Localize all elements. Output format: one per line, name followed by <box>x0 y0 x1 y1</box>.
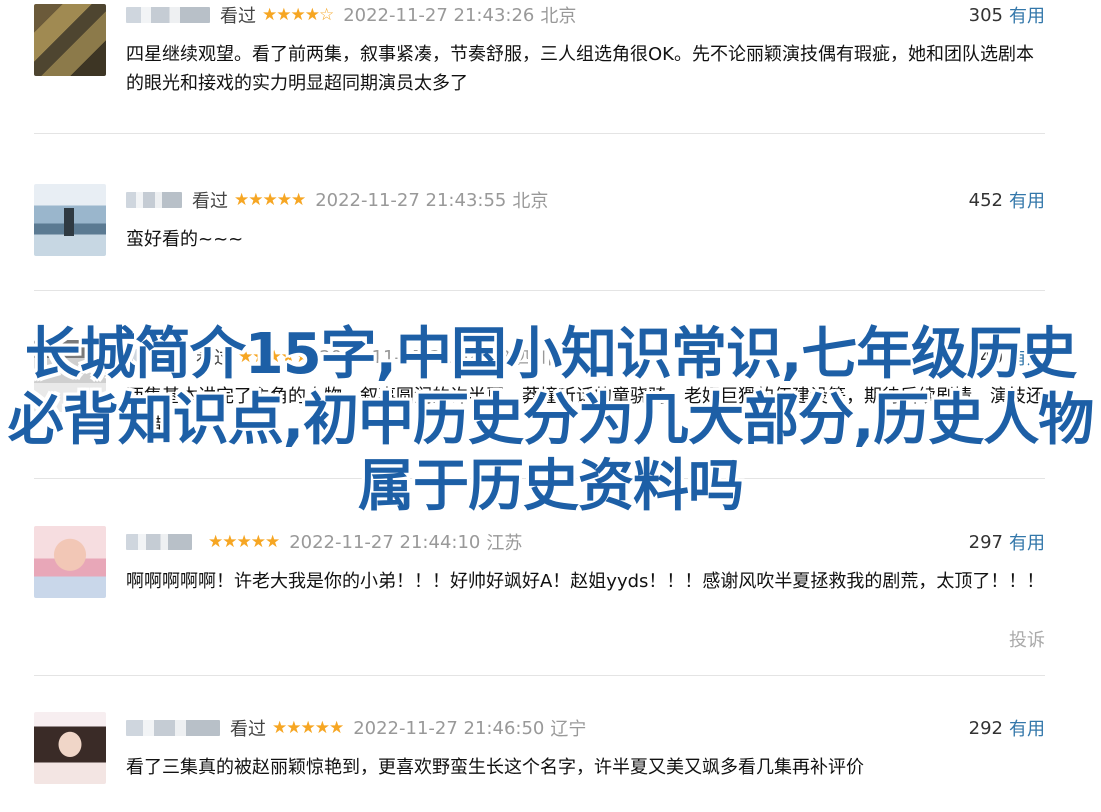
vote-count: 452 <box>968 189 1003 211</box>
report-button[interactable]: 投诉 <box>1009 626 1045 652</box>
username[interactable] <box>126 720 220 736</box>
rating-stars: ★★★★★ <box>272 718 344 738</box>
avatar[interactable] <box>34 526 106 598</box>
review-meta: 看过 ★★★★★ 2022-11-27 21:46:50 辽宁 292 有用 <box>126 713 1045 743</box>
avatar[interactable] <box>34 340 106 412</box>
review-meta: ★★★★★ 2022-11-27 21:44:10 江苏 297 有用 <box>126 527 1045 557</box>
review-time: 2022-11-27 21:43:55 <box>315 189 507 211</box>
review-location: 四川 <box>516 348 553 369</box>
divider <box>34 290 1045 291</box>
vote-count: 292 <box>968 717 1003 739</box>
review-meta: 看过 ★★★★★ 2022-11-27 21:44:58 四川 440 有用 <box>126 342 1045 372</box>
useful-button[interactable]: 有用 <box>1009 715 1045 741</box>
review-meta: 看过 ★★★★☆ 2022-11-27 21:43:26 北京 305 有用 <box>126 0 1045 30</box>
review-text: 啊啊啊啊啊！许老大我是你的小弟！！！好帅好飒好A！赵姐yyds！！！感谢风吹半夏… <box>126 571 1045 592</box>
review-time: 2022-11-27 21:43:26 <box>343 4 535 26</box>
avatar[interactable] <box>34 712 106 784</box>
useful-button[interactable]: 有用 <box>1009 344 1045 370</box>
watched-status: 看过 <box>192 191 228 212</box>
rating-stars: ★★★★★ <box>208 532 280 552</box>
divider <box>34 675 1045 676</box>
rating-stars: ★★★★☆ <box>262 5 334 25</box>
watched-status: 看过 <box>230 719 266 740</box>
review-text: 看了三集真的被赵丽颖惊艳到，更喜欢野蛮生长这个名字，许半夏又美又飒多看几集再补评… <box>126 757 864 778</box>
divider <box>34 478 1045 479</box>
watched-status: 看过 <box>196 348 232 369</box>
divider <box>34 133 1045 134</box>
username[interactable] <box>126 7 210 23</box>
rating-stars: ★★★★★ <box>234 190 306 210</box>
useful-button[interactable]: 有用 <box>1009 187 1045 213</box>
username[interactable] <box>126 192 182 208</box>
review-text: 蛮好看的~~~ <box>126 229 244 250</box>
username[interactable] <box>126 349 186 365</box>
vote-count: 297 <box>968 531 1003 553</box>
review-time: 2022-11-27 21:46:50 <box>353 717 545 739</box>
avatar[interactable] <box>34 4 106 76</box>
review-meta: 看过 ★★★★★ 2022-11-27 21:43:55 北京 452 有用 <box>126 185 1045 215</box>
review-location: 江苏 <box>486 533 523 554</box>
review-time: 2022-11-27 21:44:58 <box>319 346 511 368</box>
vote-count: 305 <box>968 4 1003 26</box>
watched-status: 看过 <box>220 6 256 27</box>
rating-stars: ★★★★★ <box>238 347 310 367</box>
review-location: 北京 <box>512 191 549 212</box>
vote-count: 440 <box>968 346 1003 368</box>
username[interactable] <box>126 534 192 550</box>
useful-button[interactable]: 有用 <box>1009 529 1045 555</box>
review-location: 辽宁 <box>550 719 587 740</box>
review-location: 北京 <box>540 6 577 27</box>
avatar[interactable] <box>34 184 106 256</box>
review-text: 两集基本讲完了主角的人物，叙事圆润的许半夏，莽撞听话的童骁骑，老奸巨猾的伍建设等… <box>126 386 1044 436</box>
useful-button[interactable]: 有用 <box>1009 2 1045 28</box>
review-text: 四星继续观望。看了前两集，叙事紧凑，节奏舒服，三人组选角很OK。先不论丽颖演技偶… <box>126 44 1034 94</box>
review-time: 2022-11-27 21:44:10 <box>289 531 481 553</box>
